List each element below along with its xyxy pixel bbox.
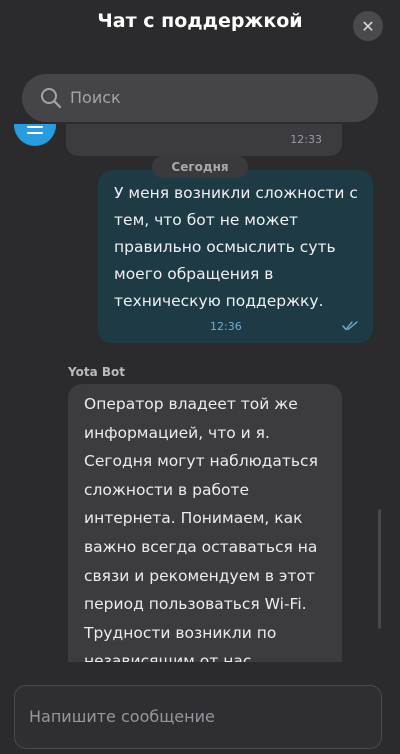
bot-message-text: Оператор владеет той же информацией, что… (84, 395, 318, 662)
previous-bot-message: 12:33 (66, 124, 342, 156)
scrollbar[interactable] (378, 509, 381, 629)
user-message-text: У меня возникли сложности с тем, что бот… (114, 184, 358, 310)
user-message: У меня возникли сложности с тем, что бот… (98, 170, 373, 343)
avatar-line (27, 132, 43, 134)
bot-message: Оператор владеет той же информацией, что… (68, 384, 342, 662)
message-input-placeholder: Напишите сообщение (29, 707, 215, 726)
page-title: Чат с поддержкой (97, 10, 303, 32)
close-button[interactable]: ✕ (353, 11, 383, 41)
message-input[interactable]: Напишите сообщение (14, 685, 382, 749)
search-placeholder: Поиск (70, 88, 121, 107)
message-list[interactable]: 12:33 У меня возникли сложности с тем, ч… (0, 124, 400, 662)
sender-name: Yota Bot (68, 365, 125, 379)
search-input[interactable]: Поиск (22, 74, 378, 122)
avatar-line (27, 126, 43, 128)
bot-avatar (14, 124, 56, 146)
search-icon (41, 88, 62, 109)
chat-header: Чат с поддержкой ✕ (0, 0, 400, 60)
double-check-icon (342, 321, 358, 331)
message-time: 12:36 (210, 320, 242, 333)
close-icon: ✕ (361, 16, 375, 36)
message-time: 12:33 (290, 133, 322, 146)
date-separator: Сегодня (152, 156, 248, 178)
